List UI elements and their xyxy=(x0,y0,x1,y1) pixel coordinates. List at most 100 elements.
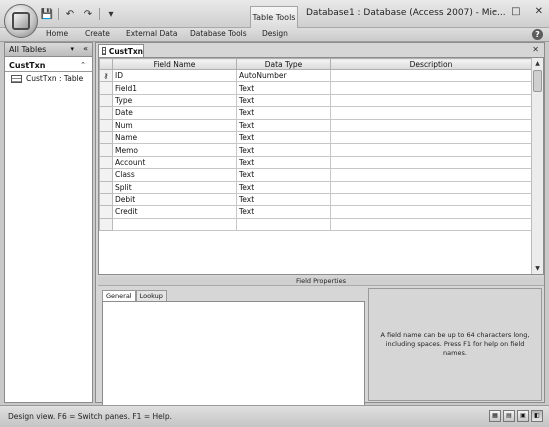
nav-item-custtxn-table[interactable]: CustTxn : Table xyxy=(5,72,92,85)
row-selector[interactable] xyxy=(99,168,113,182)
tab-design[interactable]: Design xyxy=(262,29,288,38)
data-type-cell[interactable]: Text xyxy=(236,192,331,207)
minimize-icon[interactable]: – xyxy=(492,6,497,17)
table-row[interactable]: Type Text xyxy=(99,93,532,108)
datasheet-view-icon[interactable]: ▦ xyxy=(489,410,501,422)
table-row[interactable]: Split Text xyxy=(99,180,532,194)
field-name-cell[interactable] xyxy=(112,217,237,232)
vertical-scrollbar[interactable]: ▲ ▼ xyxy=(531,58,543,274)
table-row[interactable] xyxy=(99,217,532,232)
table-row[interactable]: Num Text xyxy=(99,118,532,132)
column-header-field-name[interactable]: Field Name xyxy=(112,58,237,70)
column-header-data-type[interactable]: Data Type xyxy=(236,58,331,70)
chevron-down-icon[interactable]: ▾ xyxy=(70,45,74,53)
row-selector[interactable] xyxy=(99,192,113,207)
row-selector[interactable] xyxy=(99,155,113,170)
table-row[interactable]: ⚷ ID AutoNumber xyxy=(99,68,532,83)
description-cell[interactable] xyxy=(330,192,532,207)
design-view-icon[interactable]: ◧ xyxy=(531,410,543,422)
table-row[interactable]: Class Text xyxy=(99,168,532,182)
tab-create[interactable]: Create xyxy=(85,29,110,38)
table-row[interactable]: Date Text xyxy=(99,106,532,120)
description-cell[interactable] xyxy=(330,143,532,157)
field-name-cell[interactable]: Class xyxy=(112,168,237,182)
data-type-cell[interactable]: Text xyxy=(236,155,331,170)
primary-key-icon[interactable]: ⚷ xyxy=(99,68,113,83)
property-sheet[interactable] xyxy=(102,301,365,419)
nav-group-custtxn[interactable]: CustTxn ⌃ xyxy=(5,60,92,72)
data-type-cell[interactable]: Text xyxy=(236,143,331,157)
table-row[interactable]: Account Text xyxy=(99,155,532,170)
tab-lookup[interactable]: Lookup xyxy=(135,290,167,301)
row-selector[interactable] xyxy=(99,180,113,194)
table-row[interactable]: Field1 Text xyxy=(99,81,532,95)
pivotchart-view-icon[interactable]: ▣ xyxy=(517,410,529,422)
data-type-cell[interactable]: Text xyxy=(236,205,331,219)
field-name-cell[interactable]: Name xyxy=(112,130,237,145)
row-selector[interactable] xyxy=(99,81,113,95)
row-selector[interactable] xyxy=(99,93,113,108)
row-selector[interactable] xyxy=(99,118,113,132)
maximize-icon[interactable]: □ xyxy=(511,6,520,17)
row-selector[interactable] xyxy=(99,143,113,157)
select-all-corner[interactable] xyxy=(99,58,113,70)
description-cell[interactable] xyxy=(330,205,532,219)
description-cell[interactable] xyxy=(330,168,532,182)
scroll-down-icon[interactable]: ▼ xyxy=(532,263,543,274)
field-name-cell[interactable]: ID xyxy=(112,68,237,83)
description-cell[interactable] xyxy=(330,180,532,194)
customize-toolbar-icon[interactable]: ▾ xyxy=(104,7,118,21)
description-cell[interactable] xyxy=(330,106,532,120)
pivottable-view-icon[interactable]: ▤ xyxy=(503,410,515,422)
data-type-cell[interactable] xyxy=(236,217,331,232)
chevron-up-icon[interactable]: ⌃ xyxy=(80,61,86,69)
data-type-cell[interactable]: Text xyxy=(236,180,331,194)
scroll-up-icon[interactable]: ▲ xyxy=(532,58,543,69)
field-name-cell[interactable]: Date xyxy=(112,106,237,120)
row-selector[interactable] xyxy=(99,106,113,120)
close-document-icon[interactable]: ✕ xyxy=(532,45,539,54)
tab-external-data[interactable]: External Data xyxy=(126,29,177,38)
table-row[interactable]: Debit Text xyxy=(99,192,532,207)
data-type-cell[interactable]: Text xyxy=(236,168,331,182)
field-name-cell[interactable]: Debit xyxy=(112,192,237,207)
description-cell[interactable] xyxy=(330,118,532,132)
data-type-cell[interactable]: Text xyxy=(236,130,331,145)
row-selector[interactable] xyxy=(99,217,113,232)
document-tab-custtxn[interactable]: CustTxn xyxy=(98,44,144,57)
table-row[interactable]: Memo Text xyxy=(99,143,532,157)
close-icon[interactable]: ✕ xyxy=(535,6,543,17)
field-name-cell[interactable]: Credit xyxy=(112,205,237,219)
description-cell[interactable] xyxy=(330,155,532,170)
table-row[interactable]: Name Text xyxy=(99,130,532,145)
description-cell[interactable] xyxy=(330,81,532,95)
data-type-cell[interactable]: AutoNumber xyxy=(236,68,331,83)
row-selector[interactable] xyxy=(99,130,113,145)
redo-icon[interactable]: ↷ xyxy=(81,7,95,21)
data-type-cell[interactable]: Text xyxy=(236,106,331,120)
field-name-cell[interactable]: Memo xyxy=(112,143,237,157)
tab-database-tools[interactable]: Database Tools xyxy=(190,29,247,38)
description-cell[interactable] xyxy=(330,93,532,108)
undo-icon[interactable]: ↶ xyxy=(63,7,77,21)
field-name-cell[interactable]: Type xyxy=(112,93,237,108)
help-icon[interactable]: ? xyxy=(532,29,543,40)
scroll-thumb[interactable] xyxy=(533,70,542,92)
description-cell[interactable] xyxy=(330,130,532,145)
field-name-cell[interactable]: Num xyxy=(112,118,237,132)
nav-header[interactable]: All Tables ▾ « xyxy=(5,43,92,57)
field-name-cell[interactable]: Split xyxy=(112,180,237,194)
row-selector[interactable] xyxy=(99,205,113,219)
column-header-description[interactable]: Description xyxy=(330,58,532,70)
field-name-cell[interactable]: Field1 xyxy=(112,81,237,95)
description-cell[interactable] xyxy=(330,217,532,232)
field-name-cell[interactable]: Account xyxy=(112,155,237,170)
data-type-cell[interactable]: Text xyxy=(236,93,331,108)
collapse-pane-icon[interactable]: « xyxy=(83,44,88,53)
description-cell[interactable] xyxy=(330,68,532,83)
table-row[interactable]: Credit Text xyxy=(99,205,532,219)
office-button[interactable] xyxy=(4,4,38,38)
tab-home[interactable]: Home xyxy=(46,29,68,38)
data-type-cell[interactable]: Text xyxy=(236,118,331,132)
data-type-cell[interactable]: Text xyxy=(236,81,331,95)
